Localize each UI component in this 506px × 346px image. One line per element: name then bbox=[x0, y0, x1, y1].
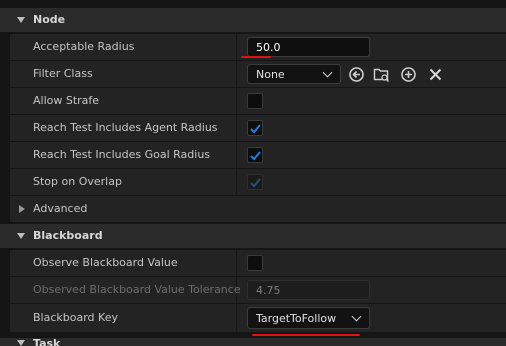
chevron-down-icon bbox=[351, 311, 362, 322]
annotation-underline bbox=[241, 56, 271, 58]
property-label: Stop on Overlap bbox=[33, 175, 122, 188]
add-icon[interactable] bbox=[400, 66, 417, 83]
property-label: Observe Blackboard Value bbox=[33, 256, 178, 269]
observe-blackboard-value-checkbox[interactable] bbox=[247, 255, 263, 271]
advanced-label: Advanced bbox=[33, 202, 88, 215]
property-blackboard-key: Blackboard Key TargetToFollow bbox=[0, 304, 506, 332]
property-stop-on-overlap: Stop on Overlap bbox=[0, 169, 506, 195]
property-label: Acceptable Radius bbox=[33, 40, 135, 53]
property-reach-agent-radius: Reach Test Includes Agent Radius bbox=[0, 115, 506, 141]
category-task[interactable]: Task bbox=[0, 338, 506, 346]
property-reach-goal-radius: Reach Test Includes Goal Radius bbox=[0, 142, 506, 168]
filter-class-dropdown[interactable]: None bbox=[247, 64, 341, 84]
checkmark-icon bbox=[250, 124, 261, 134]
chevron-down-icon bbox=[322, 67, 333, 78]
dropdown-value: TargetToFollow bbox=[256, 312, 337, 325]
property-allow-strafe: Allow Strafe bbox=[0, 88, 506, 114]
category-node[interactable]: Node bbox=[0, 8, 506, 32]
category-title: Node bbox=[33, 13, 66, 26]
checkmark-icon bbox=[250, 178, 261, 188]
property-label: Reach Test Includes Agent Radius bbox=[33, 121, 218, 134]
property-label: Blackboard Key bbox=[33, 311, 118, 324]
dropdown-value: None bbox=[256, 68, 285, 81]
checkmark-icon bbox=[250, 151, 261, 161]
expand-down-icon bbox=[17, 17, 25, 23]
reach-goal-radius-checkbox[interactable] bbox=[247, 147, 263, 163]
stop-on-overlap-checkbox bbox=[247, 174, 263, 190]
clear-icon[interactable] bbox=[427, 66, 444, 83]
annotation-underline bbox=[252, 334, 360, 336]
property-observed-value-tolerance: Observed Blackboard Value Tolerance 4.75 bbox=[0, 277, 506, 303]
details-panel: Node Acceptable Radius 50.0 Filter Class… bbox=[0, 0, 506, 346]
category-blackboard[interactable]: Blackboard bbox=[0, 224, 506, 248]
tolerance-input: 4.75 bbox=[247, 280, 370, 300]
advanced-section[interactable]: Advanced bbox=[0, 196, 506, 222]
category-title: Blackboard bbox=[33, 229, 103, 242]
blackboard-key-dropdown[interactable]: TargetToFollow bbox=[247, 307, 370, 329]
property-label: Allow Strafe bbox=[33, 94, 100, 107]
use-selected-icon[interactable] bbox=[348, 66, 365, 83]
property-observe-blackboard-value: Observe Blackboard Value bbox=[0, 250, 506, 276]
allow-strafe-checkbox[interactable] bbox=[247, 93, 263, 109]
property-filter-class: Filter Class None bbox=[0, 61, 506, 87]
property-label: Filter Class bbox=[33, 67, 93, 80]
expand-down-icon bbox=[17, 233, 25, 239]
property-label: Observed Blackboard Value Tolerance bbox=[33, 283, 241, 296]
reach-agent-radius-checkbox[interactable] bbox=[247, 120, 263, 136]
expand-right-icon bbox=[19, 205, 25, 213]
property-label: Reach Test Includes Goal Radius bbox=[33, 148, 211, 161]
expand-down-icon bbox=[17, 340, 25, 346]
category-title: Task bbox=[33, 338, 61, 346]
browse-folder-icon[interactable] bbox=[373, 66, 390, 83]
acceptable-radius-input[interactable]: 50.0 bbox=[247, 37, 370, 57]
